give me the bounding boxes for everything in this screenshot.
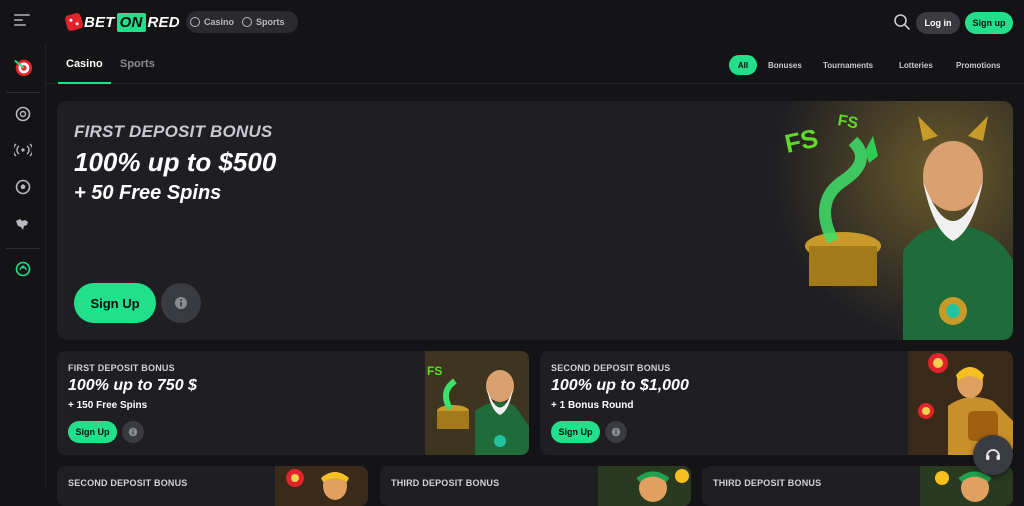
live-broadcast-icon[interactable] [13, 140, 33, 160]
hero-banner: FIRST DEPOSIT BONUS 100% up to $500 + 50… [57, 101, 1013, 340]
filter-all[interactable]: All [729, 55, 757, 75]
card-eyebrow: SECOND DEPOSIT BONUS [68, 478, 188, 488]
logo-bet: BET [84, 13, 115, 31]
card-subline: + 150 Free Spins [68, 400, 148, 411]
mode-switch: Casino Sports [186, 11, 298, 33]
wizard-illustration: FS [425, 351, 529, 455]
card-signup-button[interactable]: Sign Up [68, 421, 117, 443]
sidebar [0, 44, 46, 486]
info-icon[interactable] [122, 421, 144, 443]
live-chat-button[interactable] [973, 435, 1013, 475]
casino-chip-icon[interactable] [13, 104, 33, 124]
hero-subline: + 50 Free Spins [74, 182, 222, 204]
hamburger-menu-icon[interactable] [14, 14, 30, 28]
card-signup-button[interactable]: Sign Up [551, 421, 600, 443]
top-bar: BET ON RED Casino Sports Log in Sign up [0, 0, 1024, 44]
hero-signup-button[interactable]: Sign Up [74, 283, 156, 323]
signup-button[interactable]: Sign up [965, 12, 1013, 34]
soccer-ball-icon[interactable] [13, 177, 33, 197]
headset-icon [986, 449, 1000, 460]
world-map-icon[interactable] [13, 214, 33, 234]
card-headline: 100% up to 750 $ [68, 377, 197, 394]
section-tabs: Casino Sports All Bonuses Tournaments Lo… [46, 44, 1024, 84]
hero-eyebrow: FIRST DEPOSIT BONUS [74, 122, 273, 141]
logo-on: ON [116, 12, 146, 32]
promo-card: SECOND DEPOSIT BONUS [57, 466, 368, 506]
info-icon[interactable] [605, 421, 627, 443]
support-agent-icon[interactable] [13, 259, 33, 279]
card-eyebrow: SECOND DEPOSIT BONUS [551, 363, 671, 373]
filter-tournaments[interactable]: Tournaments [823, 55, 873, 75]
dice-icon [64, 12, 84, 32]
site-logo[interactable]: BET ON RED [64, 10, 180, 34]
card-eyebrow: FIRST DEPOSIT BONUS [68, 363, 175, 373]
fs-badge-small: FS [836, 112, 859, 132]
mode-casino-label: Casino [204, 17, 235, 27]
promo-card: SECOND DEPOSIT BONUS 100% up to $1,000 +… [540, 351, 1013, 455]
sidebar-divider [6, 92, 40, 93]
card-eyebrow: THIRD DEPOSIT BONUS [391, 478, 500, 488]
promo-card: FIRST DEPOSIT BONUS 100% up to 750 $ + 1… [57, 351, 529, 455]
tab-sports[interactable]: Sports [120, 58, 155, 70]
wizard-illustration: FS FS [773, 101, 1013, 340]
tab-casino[interactable]: Casino [66, 58, 103, 70]
info-icon[interactable] [161, 283, 201, 323]
promo-card: THIRD DEPOSIT BONUS [702, 466, 1013, 506]
filter-lotteries[interactable]: Lotteries [899, 55, 933, 75]
dart-target-icon[interactable] [13, 57, 33, 77]
promo-card: THIRD DEPOSIT BONUS [380, 466, 691, 506]
card-subline: + 1 Bonus Round [551, 400, 634, 411]
filter-bonuses[interactable]: Bonuses [768, 55, 802, 75]
mode-casino-button[interactable]: Casino [190, 17, 234, 27]
mode-sports-label: Sports [256, 17, 285, 27]
knight-illustration [275, 466, 368, 506]
card-eyebrow: THIRD DEPOSIT BONUS [713, 478, 822, 488]
card-headline: 100% up to $1,000 [551, 377, 689, 394]
hero-headline: 100% up to $500 [74, 147, 277, 177]
filter-promotions[interactable]: Promotions [956, 55, 1000, 75]
search-icon[interactable] [893, 13, 911, 31]
mode-sports-button[interactable]: Sports [242, 17, 285, 27]
sidebar-divider [6, 248, 40, 249]
active-tab-indicator [58, 82, 111, 84]
login-button[interactable]: Log in [916, 12, 960, 34]
fs-badge: FS [427, 364, 442, 378]
casino-chip-icon [190, 17, 200, 27]
logo-red: RED [147, 13, 180, 31]
soccer-ball-icon [242, 17, 253, 27]
character-illustration [598, 466, 691, 506]
